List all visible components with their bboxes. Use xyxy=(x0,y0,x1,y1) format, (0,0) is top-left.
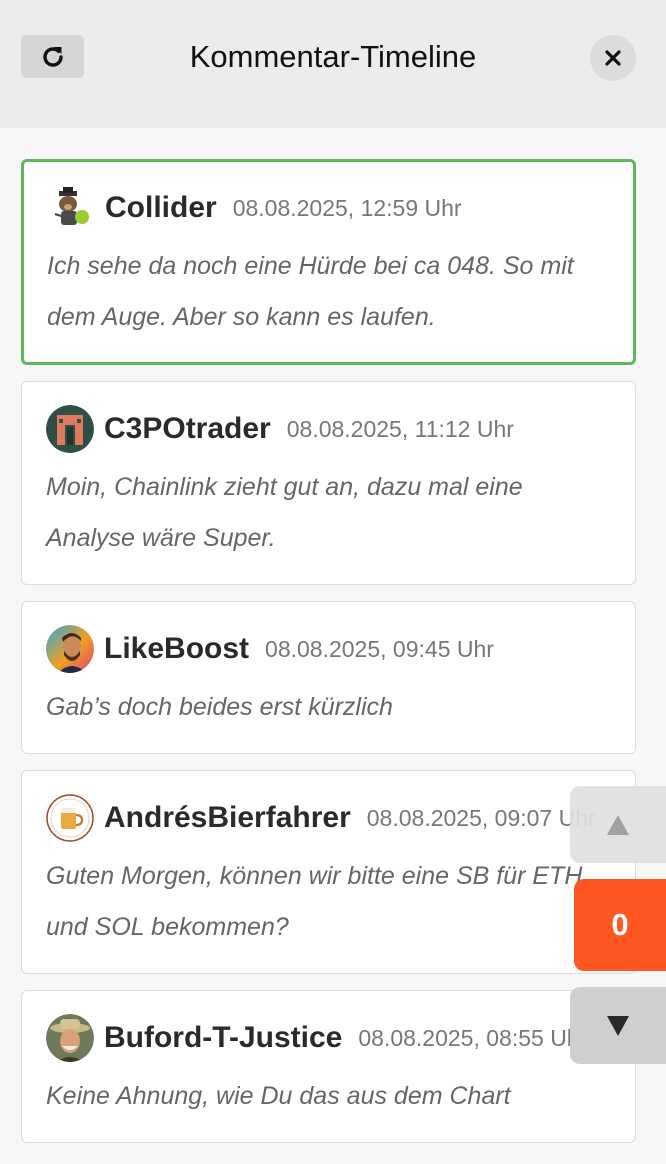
beer-mug-avatar-icon xyxy=(46,794,94,842)
avatar[interactable] xyxy=(46,1014,94,1062)
close-icon xyxy=(605,50,621,66)
comment-text: Ich sehe da noch eine Hürde bei ca 048. … xyxy=(47,252,574,331)
comment-text: Moin, Chainlink zieht gut an, dazu mal e… xyxy=(46,473,523,552)
comment-header: Buford-T-Justice 08.08.2025, 08:55 Uhr xyxy=(46,1013,611,1063)
page-title: Kommentar-Timeline xyxy=(189,39,477,74)
timeline-header: Kommentar-Timeline xyxy=(0,0,666,128)
comment-card[interactable]: AndrésBierfahrer 08.08.2025, 09:07 Uhr G… xyxy=(21,770,636,974)
comment-header: C3POtrader 08.08.2025, 11:12 Uhr xyxy=(46,404,611,454)
new-comments-counter[interactable]: 0 xyxy=(574,879,666,971)
comment-timestamp: 08.08.2025, 09:07 Uhr xyxy=(366,804,596,831)
cowboy-avatar-icon xyxy=(46,1014,94,1062)
bear-avatar-icon xyxy=(47,184,95,232)
comment-username[interactable]: LikeBoost xyxy=(104,632,249,666)
robot-avatar-icon xyxy=(46,405,94,453)
comment-card[interactable]: Collider 08.08.2025, 12:59 Uhr Ich sehe … xyxy=(21,159,636,365)
scroll-down-button[interactable] xyxy=(570,987,666,1064)
avatar[interactable] xyxy=(46,625,94,673)
comment-username[interactable]: Buford-T-Justice xyxy=(104,1021,342,1055)
comment-username[interactable]: AndrésBierfahrer xyxy=(104,801,351,835)
comment-card[interactable]: Buford-T-Justice 08.08.2025, 08:55 Uhr K… xyxy=(21,990,636,1143)
triangle-up-icon xyxy=(607,814,629,835)
comment-text: Guten Morgen, können wir bitte eine SB f… xyxy=(46,862,583,941)
scroll-up-button[interactable] xyxy=(570,786,666,863)
comment-timestamp: 08.08.2025, 09:45 Uhr xyxy=(265,635,494,662)
comment-header: LikeBoost 08.08.2025, 09:45 Uhr xyxy=(46,624,611,674)
comment-feed: Collider 08.08.2025, 12:59 Uhr Ich sehe … xyxy=(21,159,636,1159)
comment-header: AndrésBierfahrer 08.08.2025, 09:07 Uhr xyxy=(46,793,611,843)
comment-text: Gab’s doch beides erst kürzlich xyxy=(46,693,393,721)
comment-header: Collider 08.08.2025, 12:59 Uhr xyxy=(47,183,610,233)
person-avatar-icon xyxy=(46,625,94,673)
avatar[interactable] xyxy=(47,184,95,232)
comment-username[interactable]: Collider xyxy=(105,191,217,225)
comment-card[interactable]: LikeBoost 08.08.2025, 09:45 Uhr Gab’s do… xyxy=(21,601,636,754)
close-button[interactable] xyxy=(590,35,636,81)
comment-text: Keine Ahnung, wie Du das aus dem Chart xyxy=(46,1082,511,1110)
comment-timestamp: 08.08.2025, 11:12 Uhr xyxy=(286,415,514,442)
comment-card[interactable]: C3POtrader 08.08.2025, 11:12 Uhr Moin, C… xyxy=(21,381,636,585)
comment-timestamp: 08.08.2025, 08:55 Uhr xyxy=(358,1024,588,1051)
comment-timestamp: 08.08.2025, 12:59 Uhr xyxy=(232,194,462,221)
comment-username[interactable]: C3POtrader xyxy=(104,412,271,446)
avatar[interactable] xyxy=(46,794,94,842)
avatar[interactable] xyxy=(46,405,94,453)
triangle-down-icon xyxy=(607,1015,629,1036)
